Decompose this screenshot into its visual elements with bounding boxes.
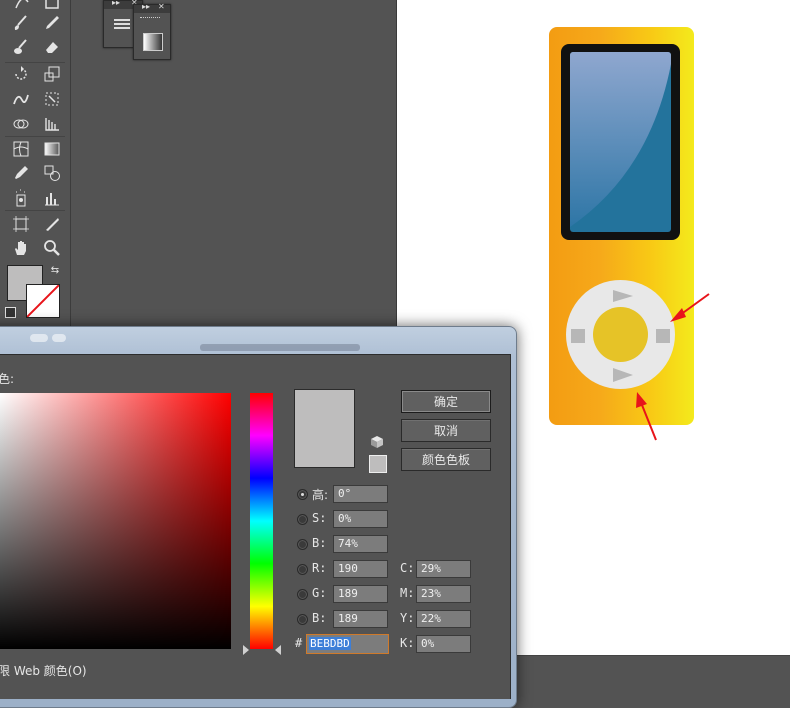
yellow-field[interactable]: 22%	[416, 610, 471, 628]
saturation-label: S:	[312, 511, 327, 525]
hue-slider[interactable]	[250, 393, 273, 649]
blue-field[interactable]: 189	[333, 610, 388, 628]
free-transform-tool-icon[interactable]	[42, 89, 62, 109]
swap-fill-stroke-icon[interactable]: ⇆	[48, 264, 62, 278]
blend-tool-icon[interactable]	[42, 163, 62, 183]
tools-panel: ⇆	[0, 0, 71, 328]
blue-radio[interactable]	[297, 614, 308, 625]
saturation-radio[interactable]	[297, 514, 308, 525]
floating-panel-b: ▸▸ ✕	[133, 2, 171, 60]
green-field[interactable]: 189	[333, 585, 388, 603]
cyan-field[interactable]: 29%	[416, 560, 471, 578]
black-field[interactable]: 0%	[416, 635, 471, 653]
web-safe-swatch[interactable]	[369, 455, 387, 473]
mesh-tool-icon[interactable]	[11, 139, 31, 159]
hex-field[interactable]: BEBDBD	[306, 634, 389, 654]
hue-field[interactable]: 0°	[333, 485, 388, 503]
default-colors-icon[interactable]	[5, 307, 16, 318]
pencil-tool-icon[interactable]	[42, 13, 62, 33]
eyedropper-tool-icon[interactable]	[11, 163, 31, 183]
slice-tool-icon[interactable]	[42, 214, 62, 234]
toolbar-divider	[5, 62, 65, 63]
brightness-radio[interactable]	[297, 539, 308, 550]
hex-value-selection[interactable]: BEBDBD	[309, 637, 351, 650]
red-radio[interactable]	[297, 564, 308, 575]
wheel-marks	[571, 290, 710, 441]
cyan-label: C:	[400, 561, 415, 575]
dialog-title-bar[interactable]	[200, 344, 360, 351]
color-preview-swatch	[294, 389, 355, 468]
gradient-tool-icon[interactable]	[42, 139, 62, 159]
hand-tool-icon[interactable]	[11, 238, 31, 258]
eraser-tool-icon[interactable]	[42, 37, 62, 57]
panel-grip	[140, 17, 160, 20]
collapse-icon[interactable]: ▸▸	[142, 2, 150, 11]
paintbrush-tool-icon[interactable]	[11, 13, 31, 33]
wheel-bottom-arrow-icon	[613, 368, 633, 382]
menu-lines-icon[interactable]	[114, 19, 130, 21]
blue-label: B:	[312, 611, 327, 625]
brightness-field[interactable]: 74%	[333, 535, 388, 553]
color-swatches-button[interactable]: 颜色色板	[401, 448, 491, 471]
magenta-field[interactable]: 23%	[416, 585, 471, 603]
stroke-swatch[interactable]	[26, 284, 60, 318]
black-label: K:	[400, 636, 415, 650]
perspective-grid-tool-icon[interactable]	[42, 114, 62, 134]
collapse-icon[interactable]: ▸▸	[112, 0, 120, 7]
yellow-label: Y:	[400, 611, 415, 625]
toolbar-divider	[5, 210, 65, 211]
artboard-tool-icon[interactable]	[11, 214, 31, 234]
annotation-arrow-line	[641, 404, 657, 441]
gradient-panel-icon[interactable]	[143, 33, 163, 51]
magenta-label: M:	[400, 586, 415, 600]
annotation-arrow-head-icon	[670, 308, 686, 322]
wheel-right-square-icon	[656, 329, 670, 343]
select-color-label: 颜色:	[0, 372, 15, 386]
symbol-sprayer-tool-icon[interactable]	[11, 188, 31, 208]
saturation-brightness-field[interactable]	[0, 393, 231, 649]
wheel-top-arrow-icon	[613, 290, 633, 302]
title-text-blur	[30, 334, 48, 342]
scale-tool-icon[interactable]	[42, 64, 62, 84]
width-tool-icon[interactable]	[11, 89, 31, 109]
panel-header[interactable]: ▸▸ ✕	[134, 2, 170, 13]
wheel-left-square-icon	[571, 329, 585, 343]
red-label: R:	[312, 561, 327, 575]
rotate-tool-icon[interactable]	[11, 64, 31, 84]
web-colors-only-label[interactable]: 仅限 Web 颜色(O)	[0, 662, 87, 679]
toolbar-divider	[5, 136, 65, 137]
hue-slider-right-handle-icon[interactable]	[275, 645, 281, 655]
zoom-tool-icon[interactable]	[42, 238, 62, 258]
hue-radio[interactable]	[297, 489, 308, 500]
green-radio[interactable]	[297, 589, 308, 600]
none-slash-icon	[27, 285, 59, 317]
curvature-tool-icon[interactable]	[12, 0, 32, 12]
annotation-arrow-line	[679, 293, 710, 316]
blob-brush-tool-icon[interactable]	[11, 37, 31, 57]
brightness-label: B:	[312, 536, 327, 550]
hue-label: 高:	[312, 488, 329, 502]
ok-button[interactable]: 确定	[401, 390, 491, 413]
out-of-gamut-cube-icon[interactable]	[370, 435, 384, 449]
green-label: G:	[312, 586, 327, 600]
title-text-blur	[52, 334, 66, 342]
screen-gloss	[570, 52, 671, 227]
saturation-field[interactable]: 0%	[333, 510, 388, 528]
hex-prefix-label: #	[295, 636, 303, 650]
annotation-arrow-head-icon	[636, 392, 647, 408]
column-graph-tool-icon[interactable]	[42, 188, 62, 208]
rectangle-tool-icon[interactable]	[42, 0, 62, 12]
shape-builder-tool-icon[interactable]	[11, 114, 31, 134]
ipod-screen[interactable]	[570, 52, 671, 232]
close-icon[interactable]: ✕	[158, 2, 165, 11]
red-field[interactable]: 190	[333, 560, 388, 578]
hue-slider-left-handle-icon[interactable]	[243, 645, 249, 655]
cancel-button[interactable]: 取消	[401, 419, 491, 442]
